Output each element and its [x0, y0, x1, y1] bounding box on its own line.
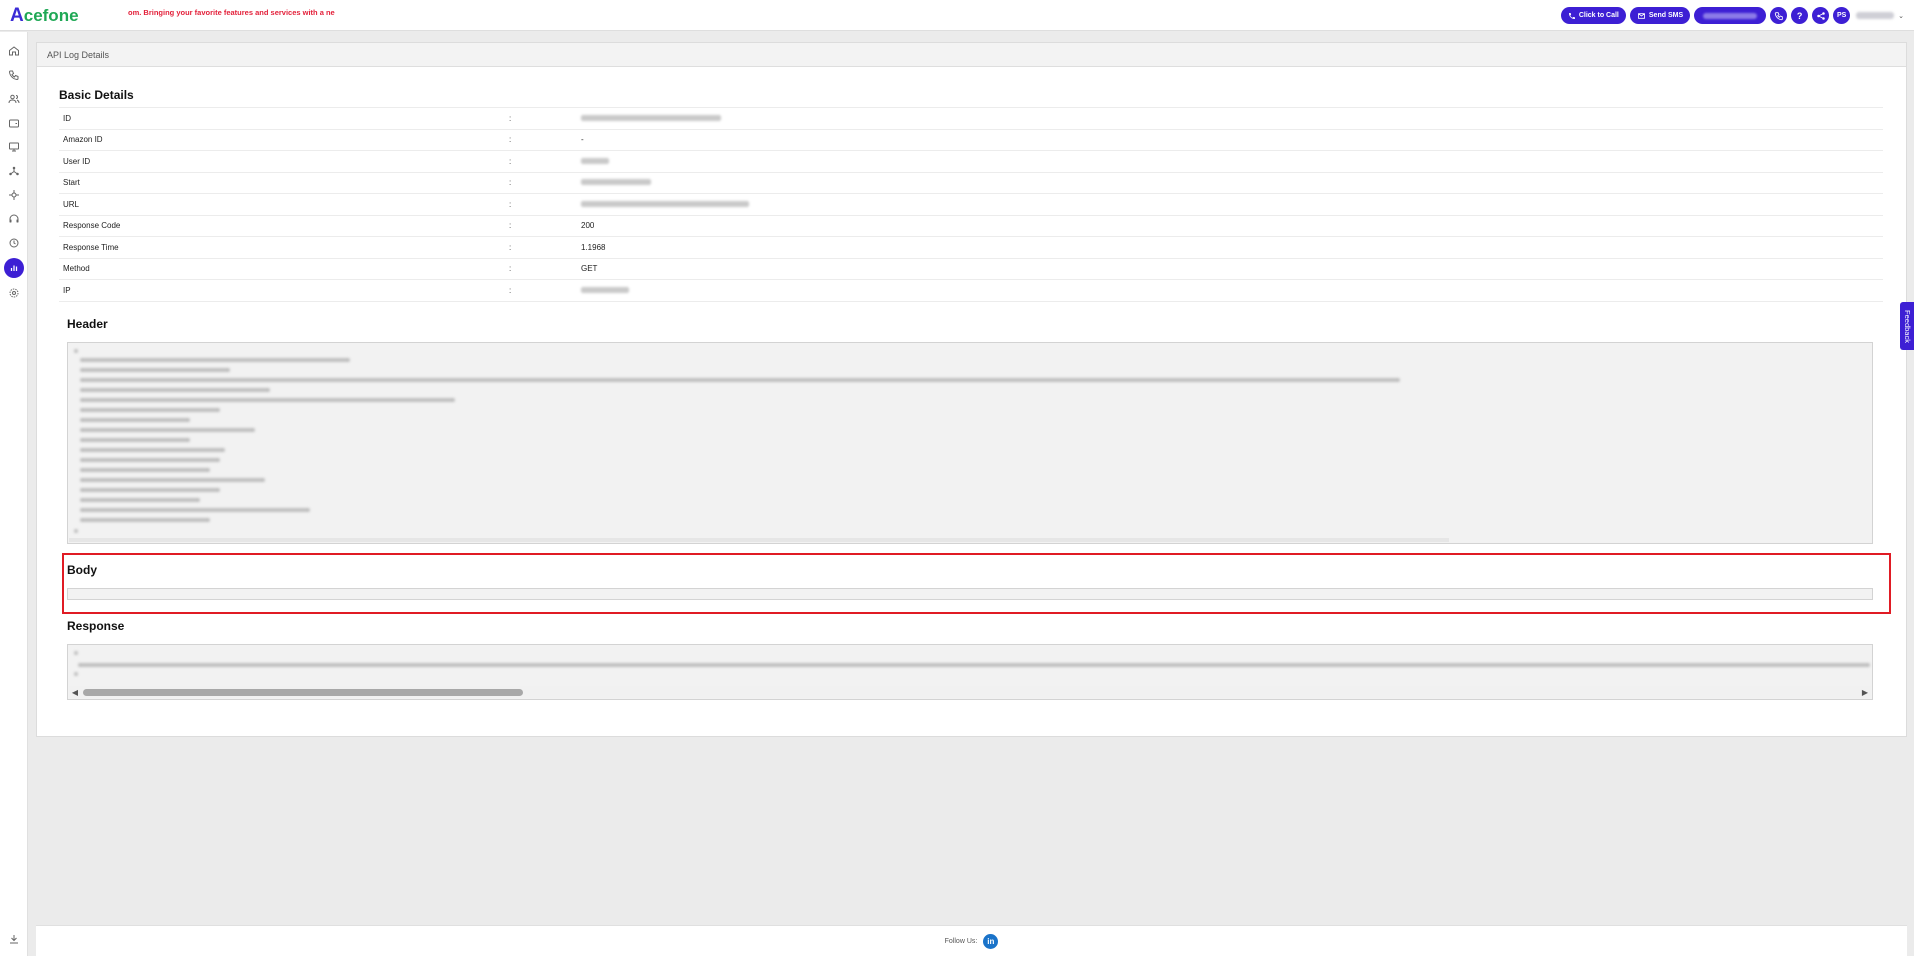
row-value — [581, 178, 1883, 187]
header-section-title: Header — [67, 317, 108, 331]
users-icon[interactable] — [7, 92, 21, 106]
share-icon — [1816, 11, 1825, 20]
mail-icon — [1637, 12, 1645, 19]
help-button[interactable]: ? — [1791, 7, 1809, 24]
top-actions: Click to Call Send SMS ? PS ⌄ — [1560, 7, 1904, 24]
table-row: Response Time : 1.1968 — [59, 237, 1883, 259]
network-icon[interactable] — [7, 164, 21, 178]
user-name[interactable] — [1856, 12, 1895, 19]
click-to-call-button[interactable]: Click to Call — [1560, 7, 1626, 24]
response-section-title: Response — [67, 619, 125, 633]
help-icon: ? — [1796, 10, 1803, 21]
scroll-right-arrow-icon[interactable]: ▶ — [1859, 688, 1871, 697]
send-sms-button[interactable]: Send SMS — [1629, 7, 1691, 24]
row-value — [581, 157, 1883, 166]
scroll-left-arrow-icon[interactable]: ◀ — [69, 688, 81, 697]
row-separator: : — [509, 199, 512, 209]
row-label: ID — [63, 113, 71, 123]
body-section-highlight — [62, 553, 1891, 614]
row-separator: : — [509, 242, 512, 252]
send-sms-label: Send SMS — [1648, 12, 1684, 19]
phone-icon[interactable] — [7, 68, 21, 82]
clock-icon[interactable] — [7, 236, 21, 250]
chevron-down-icon[interactable]: ⌄ — [1898, 12, 1904, 20]
redacted-value — [581, 286, 629, 293]
headset-icon[interactable] — [7, 212, 21, 226]
redacted-value — [581, 179, 651, 186]
row-value: - — [581, 135, 584, 145]
row-separator: : — [509, 156, 512, 166]
redacted-value — [581, 114, 721, 121]
linkedin-icon[interactable]: in — [983, 933, 999, 949]
table-row: Method : GET — [59, 259, 1883, 280]
redacted-value — [581, 157, 609, 164]
table-row: Amazon ID : - — [59, 130, 1883, 151]
row-separator: : — [509, 113, 512, 123]
click-to-call-label: Click to Call — [1578, 12, 1619, 19]
header-json-box[interactable] — [67, 342, 1873, 544]
linkedin-label: in — [987, 936, 995, 946]
row-value — [581, 200, 1883, 209]
basic-details-title: Basic Details — [59, 88, 134, 102]
row-label: Response Code — [63, 221, 121, 231]
row-label: Response Time — [63, 242, 119, 252]
row-value — [581, 286, 1883, 295]
wallet-icon[interactable] — [7, 116, 21, 130]
feedback-label: Feedback — [1902, 309, 1912, 343]
basic-details-table: ID : Amazon ID : - User ID : Start : URL… — [59, 107, 1883, 302]
row-value: 1.1968 — [581, 242, 606, 252]
bar-chart-icon[interactable] — [4, 258, 24, 278]
integrations-button[interactable] — [1812, 7, 1830, 24]
account-selector[interactable] — [1694, 7, 1767, 24]
phone-icon — [1568, 12, 1575, 19]
row-separator: : — [509, 221, 512, 231]
settings-icon[interactable] — [7, 286, 21, 300]
row-value: 200 — [581, 221, 595, 231]
feedback-tab[interactable]: Feedback — [1900, 302, 1914, 350]
logo-mark: A — [10, 5, 24, 26]
announcement-ticker: om. Bringing your favorite features and … — [128, 8, 335, 17]
row-label: Start — [63, 178, 80, 188]
left-sidebar — [0, 32, 28, 956]
call-status-icon — [1774, 11, 1783, 20]
row-separator: : — [509, 264, 512, 274]
row-label: URL — [63, 199, 80, 209]
scrollbar-track[interactable] — [81, 686, 1859, 698]
logo-text: cefone — [23, 6, 79, 25]
row-value: GET — [581, 264, 598, 274]
table-row: User ID : — [59, 151, 1883, 173]
call-status-button[interactable] — [1770, 7, 1788, 24]
follow-us-label: Follow Us: — [944, 937, 978, 945]
flow-icon[interactable] — [7, 188, 21, 202]
table-row: Response Code : 200 — [59, 216, 1883, 237]
page-title: API Log Details — [47, 49, 110, 60]
row-label: IP — [63, 285, 71, 295]
footer: Follow Us: in — [36, 925, 1907, 956]
table-row: IP : — [59, 280, 1883, 302]
response-json-box[interactable]: ◀ ▶ — [67, 644, 1873, 700]
row-value — [581, 114, 1883, 123]
download-icon[interactable] — [7, 932, 21, 946]
row-separator: : — [509, 135, 512, 145]
row-label: User ID — [63, 156, 91, 166]
avatar-initials: PS — [1836, 12, 1847, 19]
scrollbar-thumb[interactable] — [83, 689, 523, 696]
user-avatar[interactable]: PS — [1833, 7, 1851, 24]
table-row: Start : — [59, 173, 1883, 194]
row-separator: : — [509, 285, 512, 295]
home-icon[interactable] — [7, 44, 21, 58]
redacted-value — [581, 200, 749, 207]
row-separator: : — [509, 178, 512, 188]
row-label: Amazon ID — [63, 135, 103, 145]
api-log-details-panel: API Log Details Basic Details ID : Amazo… — [36, 42, 1907, 737]
row-label: Method — [63, 264, 90, 274]
horizontal-scrollbar[interactable]: ◀ ▶ — [69, 686, 1871, 698]
monitor-icon[interactable] — [7, 140, 21, 154]
top-bar: Acefone om. Bringing your favorite featu… — [0, 0, 1914, 31]
table-row: ID : — [59, 108, 1883, 130]
acefone-logo[interactable]: Acefone — [10, 5, 79, 27]
table-row: URL : — [59, 194, 1883, 216]
breadcrumb: API Log Details — [37, 43, 1906, 67]
